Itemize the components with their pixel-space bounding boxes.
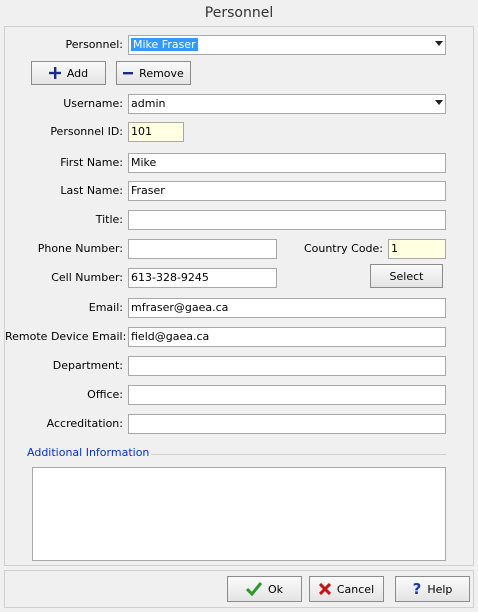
username-dropdown-button[interactable] [429, 95, 445, 113]
department-field[interactable] [128, 356, 446, 376]
add-button-label: Add [66, 66, 89, 80]
remote-device-email-label: Remote Device Email: [5, 330, 127, 343]
username-value: admin [131, 97, 166, 110]
select-button-label: Select [389, 269, 424, 283]
ok-button-label: Ok [267, 582, 284, 596]
country-code-field[interactable]: 1 [388, 239, 446, 259]
personnel-selected-value: Mike Fraser [131, 38, 198, 51]
title-field[interactable] [128, 210, 446, 230]
add-button[interactable]: Add [31, 61, 106, 85]
phone-number-field[interactable] [128, 239, 277, 259]
window-title: Personnel [0, 0, 478, 26]
remove-button-label: Remove [139, 66, 184, 80]
phone-number-label: Phone Number: [37, 242, 123, 255]
remote-device-email-field[interactable]: field@gaea.ca [128, 327, 446, 347]
first-name-field[interactable]: Mike [128, 153, 446, 173]
username-label: Username: [63, 97, 123, 110]
last-name-label: Last Name: [60, 184, 123, 197]
personnel-id-label: Personnel ID: [50, 125, 123, 138]
plus-icon [48, 67, 61, 79]
additional-info-textarea[interactable] [32, 467, 446, 561]
office-label: Office: [87, 388, 123, 401]
personnel-label: Personnel: [65, 38, 123, 51]
cell-number-label: Cell Number: [51, 271, 123, 284]
checkmark-icon [245, 582, 262, 596]
country-code-label: Country Code: [303, 242, 383, 255]
accreditation-label: Accreditation: [46, 417, 123, 430]
username-select[interactable]: admin [128, 94, 446, 114]
help-icon: ? [412, 580, 422, 598]
first-name-label: First Name: [60, 156, 123, 169]
personnel-id-field[interactable]: 101 [128, 122, 184, 142]
title-label: Title: [95, 213, 123, 226]
personnel-select[interactable]: Mike Fraser [128, 35, 446, 55]
ok-button[interactable]: Ok [227, 576, 302, 602]
last-name-field[interactable]: Fraser [128, 181, 446, 201]
chevron-down-icon [435, 100, 443, 105]
cancel-button-label: Cancel [336, 582, 375, 596]
select-button[interactable]: Select [370, 264, 443, 288]
office-field[interactable] [128, 385, 446, 405]
close-icon [318, 583, 331, 595]
help-button[interactable]: ? Help [395, 576, 470, 602]
chevron-down-icon [435, 41, 443, 46]
additional-info-divider [143, 454, 446, 455]
remove-button[interactable]: Remove [116, 61, 191, 85]
cell-number-field[interactable]: 613-328-9245 [128, 268, 277, 288]
dialog-footer: Ok Cancel ? Help [4, 570, 474, 608]
email-field[interactable]: mfraser@gaea.ca [128, 298, 446, 318]
cancel-button[interactable]: Cancel [309, 576, 384, 602]
personnel-form: Personnel: Mike Fraser Add Remove Userna… [4, 26, 474, 566]
personnel-dropdown-button[interactable] [429, 36, 445, 54]
email-label: Email: [88, 301, 123, 314]
department-label: Department: [52, 359, 123, 372]
help-button-label: Help [427, 582, 453, 596]
additional-info-heading: Additional Information [25, 446, 152, 459]
minus-icon [123, 72, 134, 75]
accreditation-field[interactable] [128, 414, 446, 434]
